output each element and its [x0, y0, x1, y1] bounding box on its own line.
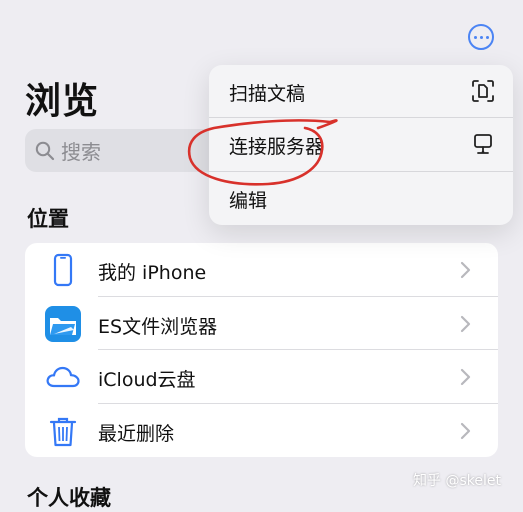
chevron-right-icon [459, 421, 473, 441]
ellipsis-icon [473, 35, 489, 39]
context-menu: 扫描文稿 连接服务器 编辑 [209, 65, 513, 225]
location-item-recently-deleted[interactable]: 最近删除 [25, 404, 498, 458]
menu-item-scan-documents[interactable]: 扫描文稿 [209, 65, 513, 119]
menu-item-label: 扫描文稿 [229, 83, 306, 105]
section-title-locations: 位置 [27, 207, 69, 231]
cloud-icon [45, 359, 81, 395]
menu-item-label: 连接服务器 [229, 136, 325, 159]
es-file-explorer-icon [45, 305, 81, 342]
more-options-button[interactable] [468, 24, 494, 50]
watermark: 知乎 @skelet [413, 473, 501, 489]
server-display-icon [471, 132, 495, 156]
trash-icon [45, 413, 81, 449]
location-label: iCloud云盘 [98, 369, 196, 391]
location-label: 最近删除 [98, 422, 175, 445]
location-item-icloud[interactable]: iCloud云盘 [25, 350, 498, 404]
menu-item-edit[interactable]: 编辑 [209, 172, 513, 225]
chevron-right-icon [459, 367, 473, 387]
menu-item-label: 编辑 [229, 189, 268, 212]
section-title-favorites: 个人收藏 [27, 486, 111, 510]
location-item-iphone[interactable]: 我的 iPhone [25, 243, 498, 297]
location-item-es-file-explorer[interactable]: ES文件浏览器 [25, 297, 498, 350]
search-input[interactable]: 搜索 [25, 129, 235, 172]
chevron-right-icon [459, 314, 473, 334]
location-label: 我的 iPhone [98, 262, 207, 284]
chevron-right-icon [459, 260, 473, 280]
iphone-icon [45, 252, 81, 288]
page-title: 浏览 [25, 81, 100, 122]
search-placeholder: 搜索 [61, 140, 101, 164]
location-label: ES文件浏览器 [98, 315, 218, 338]
menu-item-connect-server[interactable]: 连接服务器 [209, 118, 513, 172]
locations-list: 我的 iPhone ES文件浏览器 iCloud云盘 最近删除 [25, 243, 498, 457]
doc-scan-icon [471, 79, 495, 103]
search-icon [35, 141, 55, 161]
